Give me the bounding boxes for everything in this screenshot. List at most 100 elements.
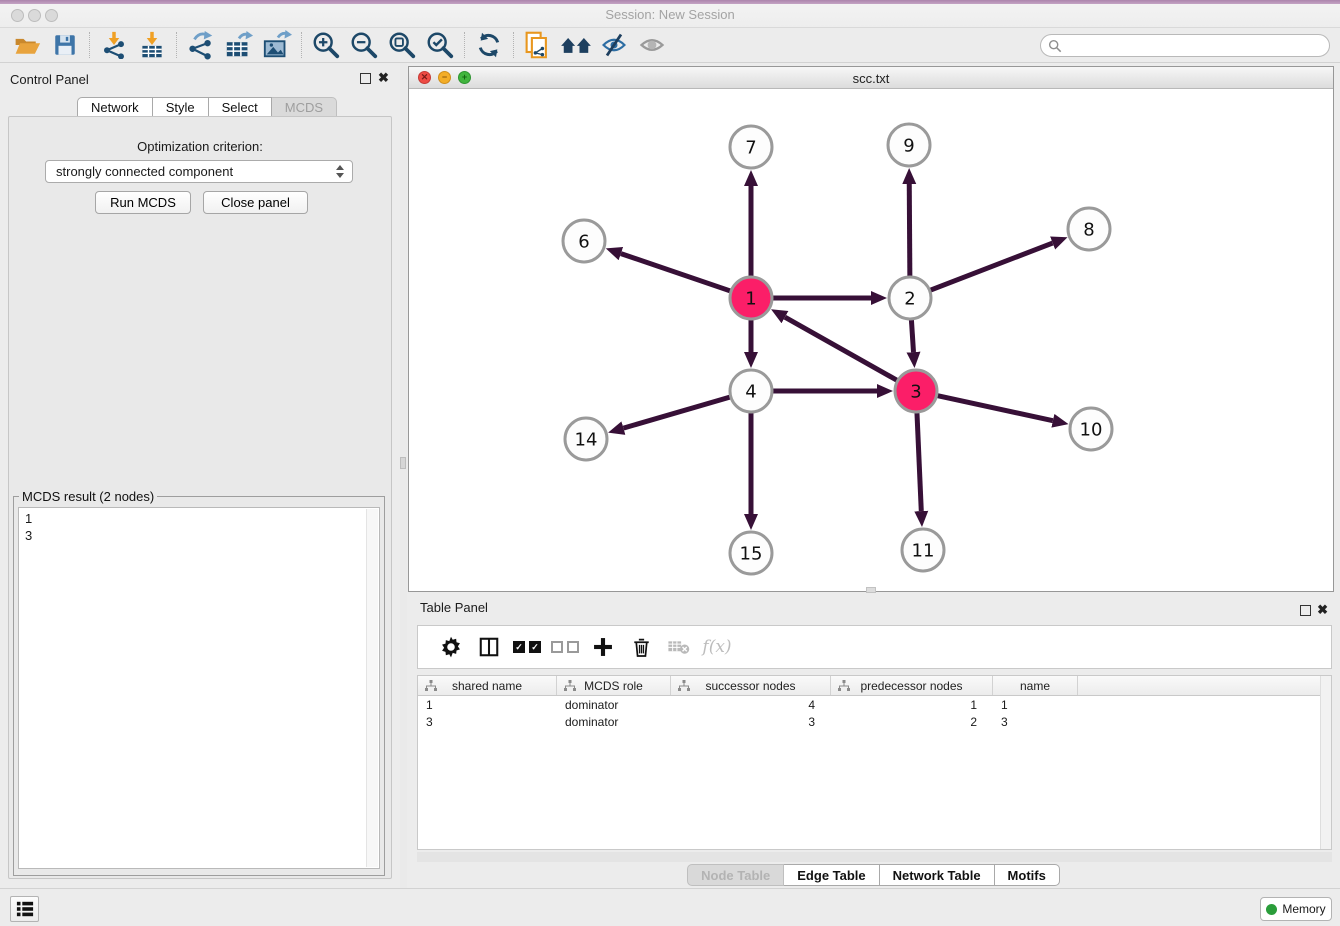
column-header-name[interactable]: name xyxy=(993,676,1078,695)
column-header-shared-name[interactable]: shared name xyxy=(418,676,557,695)
toolbar-separator xyxy=(89,32,90,58)
graph-node-15[interactable]: 15 xyxy=(730,532,772,574)
graph-edge-3-1[interactable] xyxy=(785,317,900,382)
tab-network-table[interactable]: Network Table xyxy=(880,864,995,886)
graph-node-4[interactable]: 4 xyxy=(730,370,772,412)
export-network-button[interactable] xyxy=(182,30,220,60)
control-panel-title: Control Panel xyxy=(10,72,89,87)
vertical-splitter[interactable] xyxy=(400,63,407,888)
graph-node-14[interactable]: 14 xyxy=(565,418,607,460)
import-network-button[interactable] xyxy=(95,30,133,60)
node-table[interactable]: shared name MCDS role successor nodes pr… xyxy=(417,675,1332,850)
zoom-out-button[interactable] xyxy=(345,30,383,60)
graph-node-3[interactable]: 3 xyxy=(895,370,937,412)
select-all-checkboxes-button[interactable]: ✓✓ xyxy=(508,630,546,664)
add-column-button[interactable] xyxy=(584,630,622,664)
tab-network[interactable]: Network xyxy=(77,97,153,117)
tab-edge-table[interactable]: Edge Table xyxy=(784,864,879,886)
run-mcds-button[interactable]: Run MCDS xyxy=(95,191,191,214)
export-table-button[interactable] xyxy=(220,30,258,60)
float-panel-icon[interactable] xyxy=(1300,605,1311,616)
network-graph[interactable]: 7 9 6 8 1 2 4 3 14 10 15 11 xyxy=(409,89,1333,591)
tree-icon xyxy=(564,680,576,692)
task-history-button[interactable] xyxy=(10,896,39,922)
horizontal-splitter-grip[interactable] xyxy=(866,587,876,593)
table-hscroll-track[interactable] xyxy=(417,852,1332,862)
svg-text:7: 7 xyxy=(745,137,756,158)
table-row[interactable]: 1 dominator 4 1 1 xyxy=(418,696,1331,713)
graph-node-6[interactable]: 6 xyxy=(563,220,605,262)
graph-edge-3-10[interactable] xyxy=(934,395,1053,421)
split-view-button[interactable] xyxy=(470,630,508,664)
criterion-select[interactable]: strongly connected component xyxy=(45,160,353,183)
zoom-out-icon xyxy=(349,30,379,60)
column-header-successor-nodes[interactable]: successor nodes xyxy=(671,676,831,695)
tab-node-table[interactable]: Node Table xyxy=(687,864,784,886)
zoom-selected-button[interactable] xyxy=(421,30,459,60)
table-row[interactable]: 3 dominator 3 2 3 xyxy=(418,713,1331,730)
zoom-selected-icon xyxy=(425,30,455,60)
deselect-all-checkboxes-icon xyxy=(551,641,579,653)
hide-selected-button[interactable] xyxy=(595,30,633,60)
graph-edge-4-14[interactable] xyxy=(623,396,733,428)
network-window-titlebar[interactable]: ✕ − + scc.txt xyxy=(409,67,1333,89)
column-header-predecessor-nodes[interactable]: predecessor nodes xyxy=(831,676,993,695)
mcds-result-box[interactable]: 1 3 xyxy=(18,507,380,869)
graph-node-9[interactable]: 9 xyxy=(888,124,930,166)
mcds-result-title: MCDS result (2 nodes) xyxy=(19,489,157,504)
svg-text:11: 11 xyxy=(912,540,935,561)
window-title: Session: New Session xyxy=(0,7,1340,22)
titlebar-accent xyxy=(0,0,1340,4)
tab-motifs[interactable]: Motifs xyxy=(995,864,1060,886)
graph-node-11[interactable]: 11 xyxy=(902,529,944,571)
graph-node-7[interactable]: 7 xyxy=(730,126,772,168)
clone-network-button[interactable] xyxy=(519,30,557,60)
two-houses-button[interactable] xyxy=(557,30,595,60)
result-scrollbar[interactable] xyxy=(366,509,378,867)
float-panel-icon[interactable] xyxy=(360,73,371,84)
zoom-fit-icon xyxy=(387,30,417,60)
graph-edge-3-11[interactable] xyxy=(917,409,921,511)
control-panel-tabs: Network Style Select MCDS xyxy=(77,97,337,117)
export-image-button[interactable] xyxy=(258,30,296,60)
close-panel-button[interactable]: Close panel xyxy=(203,191,308,214)
open-session-button[interactable] xyxy=(8,30,46,60)
tab-select[interactable]: Select xyxy=(209,97,272,117)
search-input[interactable] xyxy=(1040,34,1330,57)
graph-edge-2-3[interactable] xyxy=(911,316,913,352)
gear-button[interactable] xyxy=(432,630,470,664)
refresh-layout-button[interactable] xyxy=(470,30,508,60)
delete-column-button[interactable] xyxy=(622,630,660,664)
close-panel-icon[interactable]: ✖ xyxy=(1317,603,1328,616)
svg-text:15: 15 xyxy=(740,543,763,564)
cell-name: 3 xyxy=(993,715,1078,729)
tab-style[interactable]: Style xyxy=(153,97,209,117)
import-table-button[interactable] xyxy=(133,30,171,60)
import-network-icon xyxy=(100,31,128,59)
deselect-all-checkboxes-button[interactable] xyxy=(546,630,584,664)
function-builder-button[interactable]: f(x) xyxy=(698,630,736,664)
table-panel-tabs: Node Table Edge Table Network Table Moti… xyxy=(407,864,1340,886)
zoom-in-button[interactable] xyxy=(307,30,345,60)
tree-icon xyxy=(425,680,437,692)
splitter-grip[interactable] xyxy=(400,457,406,469)
graph-node-1[interactable]: 1 xyxy=(730,277,772,319)
delete-table-button[interactable] xyxy=(660,630,698,664)
search-field-wrap xyxy=(1040,34,1330,57)
zoom-in-icon xyxy=(311,30,341,60)
close-panel-icon[interactable]: ✖ xyxy=(378,71,389,84)
mcds-result-fieldset: MCDS result (2 nodes) 1 3 xyxy=(13,489,385,876)
graph-node-8[interactable]: 8 xyxy=(1068,208,1110,250)
zoom-fit-button[interactable] xyxy=(383,30,421,60)
column-header-mcds-role[interactable]: MCDS role xyxy=(557,676,671,695)
memory-button[interactable]: Memory xyxy=(1260,897,1332,921)
graph-node-10[interactable]: 10 xyxy=(1070,408,1112,450)
save-session-button[interactable] xyxy=(46,30,84,60)
graph-node-2[interactable]: 2 xyxy=(889,277,931,319)
graph-edge-1-6[interactable] xyxy=(621,254,734,293)
tab-mcds[interactable]: MCDS xyxy=(272,97,337,117)
show-all-button[interactable] xyxy=(633,30,671,60)
graph-edge-2-9[interactable] xyxy=(909,184,910,280)
table-scrollbar[interactable] xyxy=(1320,676,1331,849)
graph-edge-2-8[interactable] xyxy=(927,243,1053,291)
